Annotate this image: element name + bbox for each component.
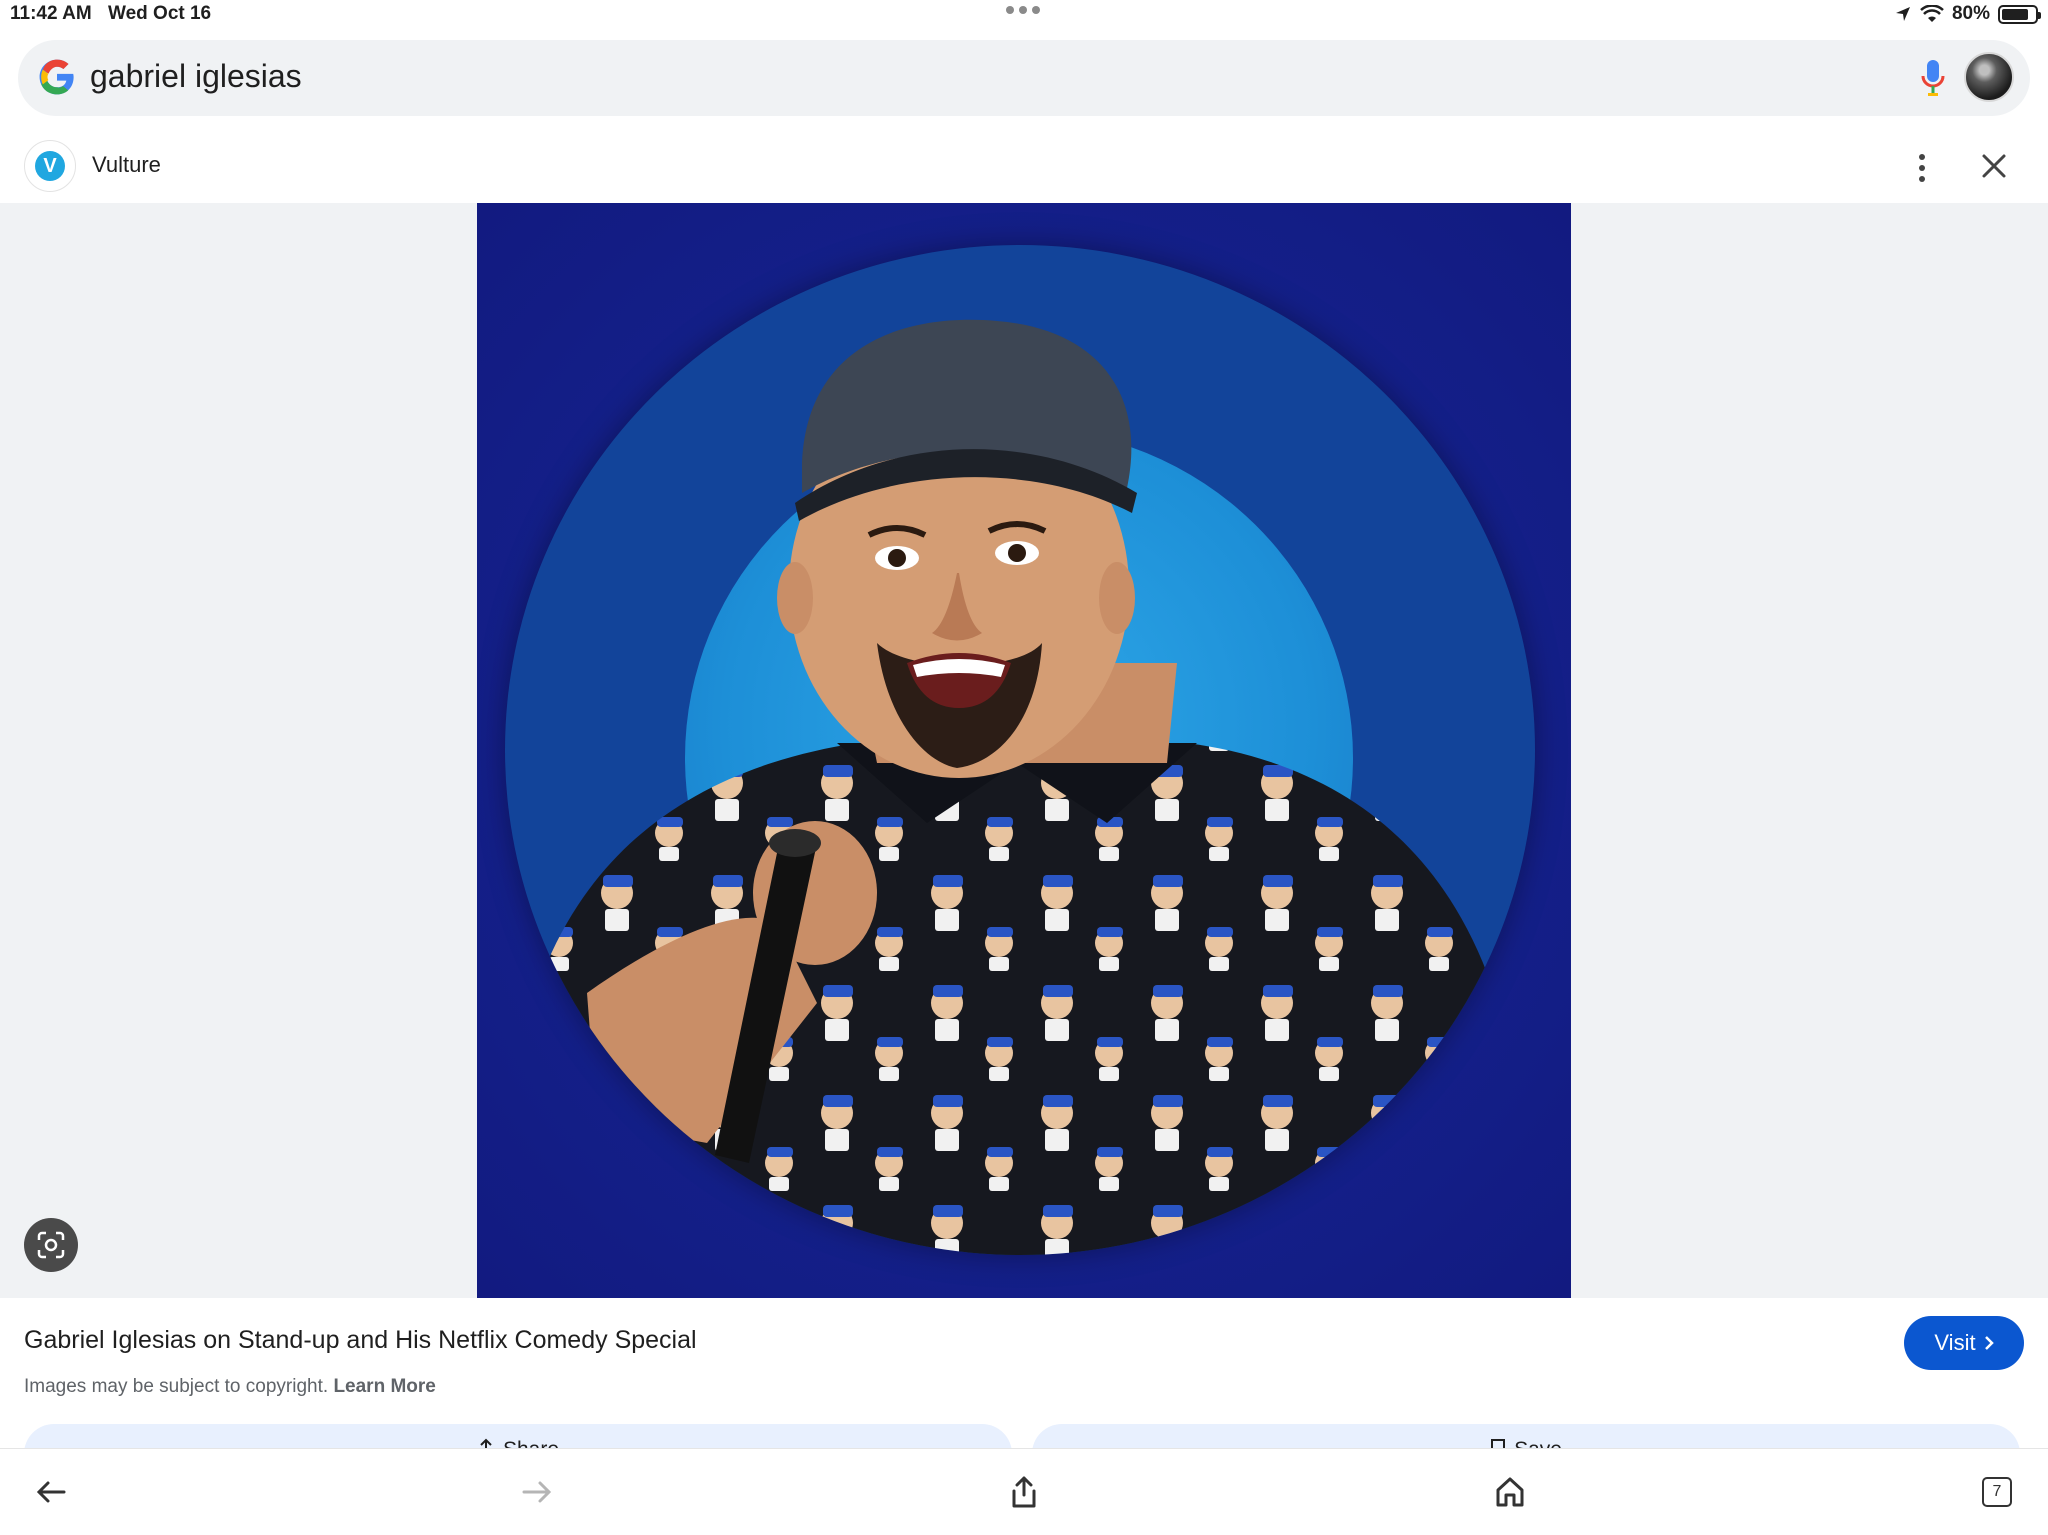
lens-button[interactable] <box>24 1218 78 1272</box>
multitasking-dots-icon[interactable] <box>1006 6 1040 14</box>
back-icon <box>36 1481 66 1503</box>
mic-icon[interactable] <box>1920 58 1946 98</box>
share-page-button[interactable] <box>1003 1471 1045 1513</box>
source-logo[interactable]: V <box>24 140 76 192</box>
forward-button[interactable] <box>516 1471 558 1513</box>
battery-icon <box>1998 4 2041 24</box>
status-time: 11:42 AM <box>10 3 92 24</box>
source-header: V Vulture <box>0 130 2048 202</box>
tabs-icon: 7 <box>1982 1477 2012 1507</box>
image-viewer <box>0 203 2048 1298</box>
visit-button[interactable]: Visit <box>1904 1316 2024 1370</box>
chevron-right-icon <box>1984 1336 1994 1350</box>
result-image[interactable] <box>477 203 1571 1298</box>
account-avatar[interactable] <box>1964 52 2014 102</box>
status-bar: 11:42 AM Wed Oct 16 80% <box>0 0 2048 30</box>
tabs-button[interactable]: 7 <box>1976 1471 2018 1513</box>
search-query[interactable]: gabriel iglesias <box>90 58 302 95</box>
comedian-portrait <box>517 319 1535 1255</box>
forward-icon <box>522 1481 552 1503</box>
wifi-icon <box>1920 5 1944 22</box>
google-logo-icon <box>39 59 74 95</box>
home-icon <box>1496 1477 1524 1507</box>
more-vert-icon[interactable] <box>1902 148 1942 188</box>
location-icon <box>1895 7 1910 21</box>
result-title[interactable]: Gabriel Iglesias on Stand-up and His Net… <box>24 1326 697 1355</box>
source-logo-initial: V <box>35 151 65 181</box>
battery-percent: 80% <box>1951 3 1990 24</box>
search-bar[interactable]: gabriel iglesias <box>18 40 2030 116</box>
copyright-notice: Images may be subject to copyright. Lear… <box>24 1376 436 1398</box>
status-indicators: 80% <box>1894 3 2041 25</box>
status-date: Wed Oct 16 <box>108 3 212 24</box>
bottom-toolbar: 7 <box>0 1448 2048 1535</box>
learn-more-link[interactable]: Learn More <box>333 1376 435 1397</box>
visit-label: Visit <box>1934 1330 1976 1355</box>
copyright-text: Images may be subject to copyright. <box>24 1376 329 1397</box>
back-button[interactable] <box>30 1471 72 1513</box>
lens-icon <box>37 1231 65 1259</box>
close-icon[interactable] <box>1974 146 2014 186</box>
home-button[interactable] <box>1489 1471 1531 1513</box>
source-name[interactable]: Vulture <box>92 152 161 178</box>
share-page-icon <box>1012 1476 1036 1508</box>
